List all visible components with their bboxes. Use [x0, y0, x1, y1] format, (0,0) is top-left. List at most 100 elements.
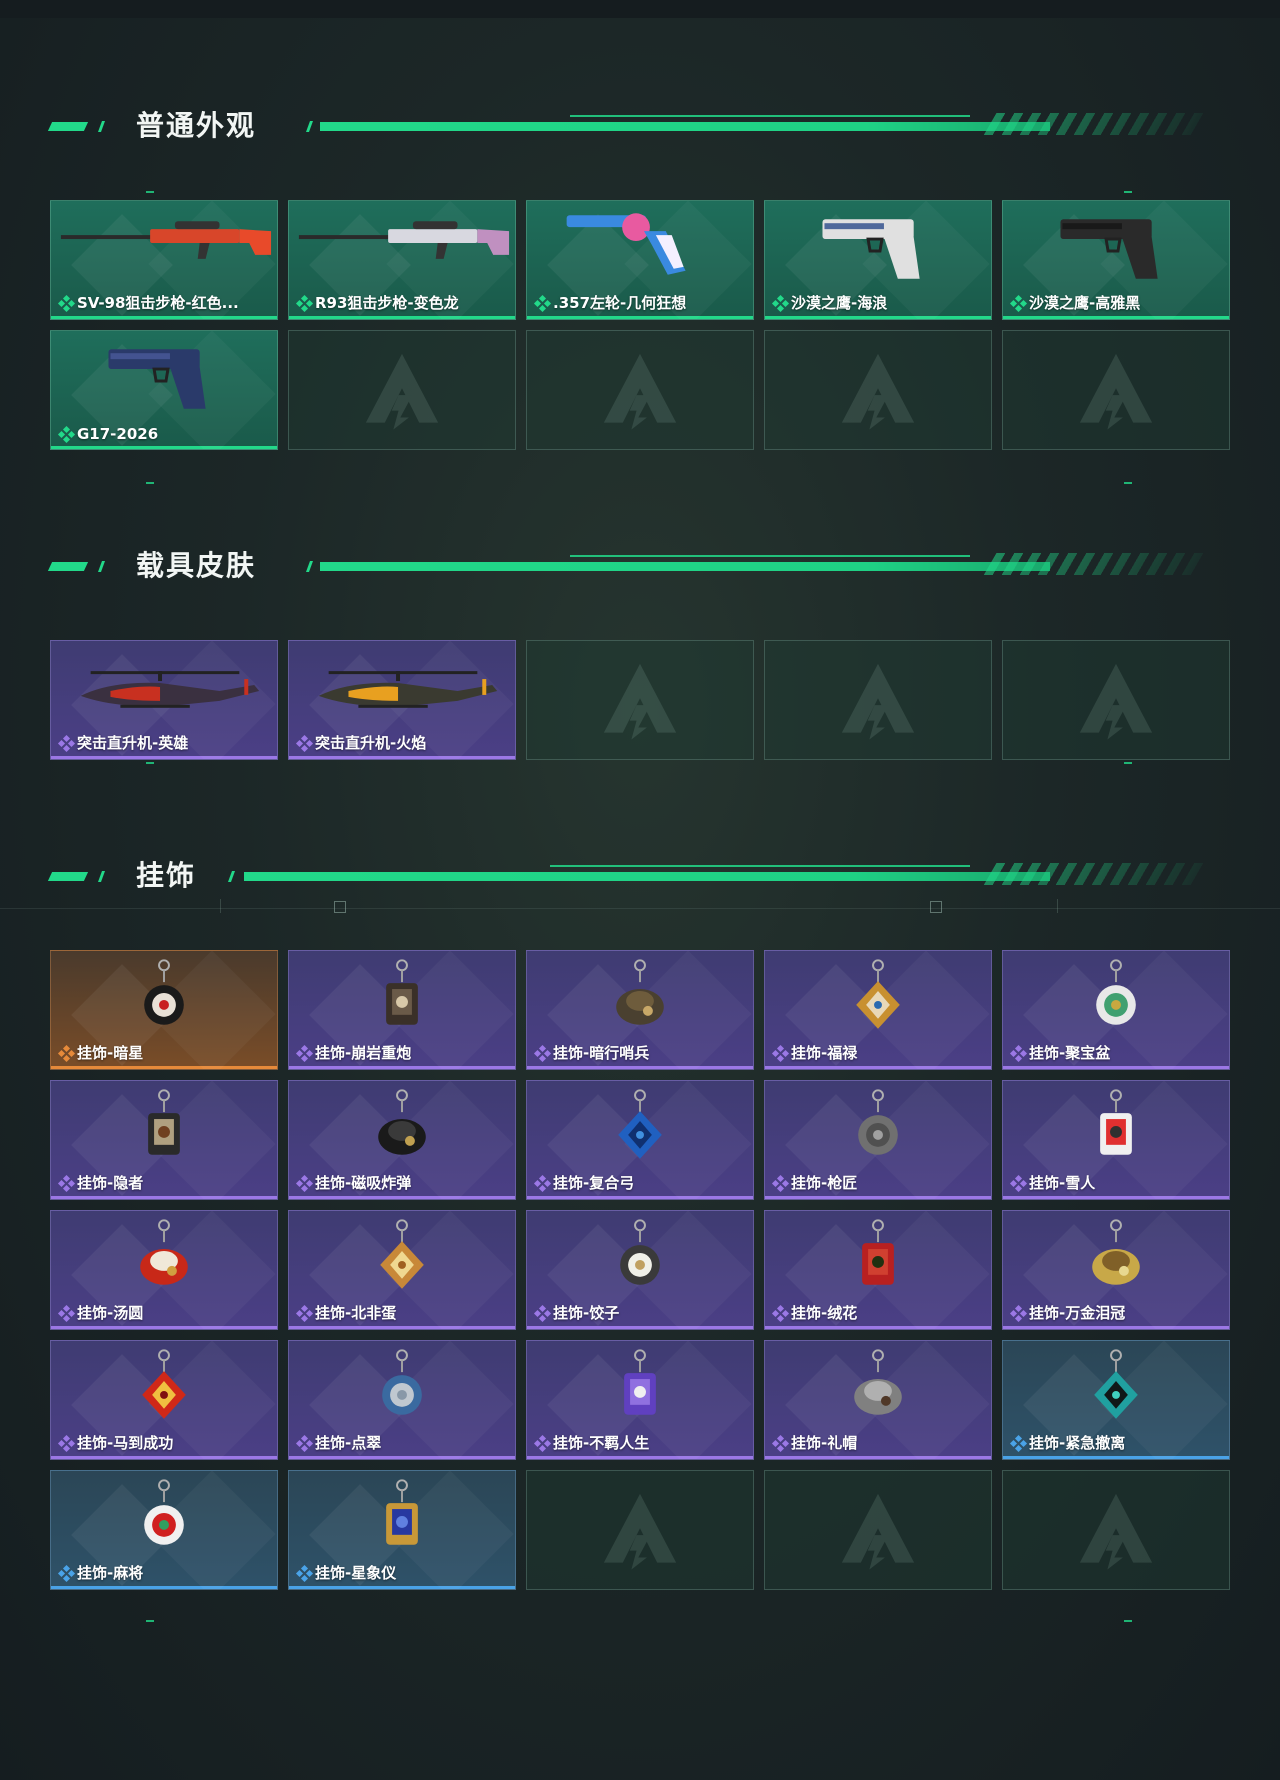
charm-card[interactable]: 挂饰-暗行哨兵	[526, 950, 754, 1070]
charm-icon	[616, 959, 664, 1025]
card-label: 突击直升机-英雄	[77, 734, 189, 752]
corner-dash	[1124, 482, 1132, 484]
header-line	[320, 562, 1050, 571]
vehicle-skin-card[interactable]: 突击直升机-英雄	[50, 640, 278, 760]
charm-card[interactable]: 挂饰-隐者	[50, 1080, 278, 1200]
charm-card[interactable]: 挂饰-暗星	[50, 950, 278, 1070]
charm-icon	[624, 1349, 656, 1415]
card-caption: 挂饰-磁吸炸弹	[295, 1172, 411, 1193]
rarity-diamond-icon	[771, 1434, 790, 1452]
card-label: G17-2026	[77, 425, 159, 443]
charm-card[interactable]: 挂饰-绒花	[764, 1210, 992, 1330]
empty-slot	[764, 330, 992, 450]
logo-watermark-icon	[1079, 1493, 1153, 1570]
empty-slot	[526, 1470, 754, 1590]
section-title: 载具皮肤	[136, 549, 257, 582]
header-line-tick	[305, 561, 314, 572]
rarity-diamond-icon	[57, 1044, 76, 1062]
empty-slot	[1002, 1470, 1230, 1590]
weapon-skin-card[interactable]: SV-98狙击步枪-红色...	[50, 200, 278, 320]
charm-card[interactable]: 挂饰-紧急撤离	[1002, 1340, 1230, 1460]
charm-card[interactable]: 挂饰-复合弓	[526, 1080, 754, 1200]
rarity-diamond-icon	[57, 734, 76, 752]
logo-watermark-icon	[841, 663, 915, 740]
card-caption: 挂饰-暗星	[57, 1042, 143, 1063]
card-label: 挂饰-礼帽	[791, 1434, 858, 1452]
card-label: 挂饰-北非蛋	[315, 1304, 397, 1322]
card-label: 挂饰-饺子	[553, 1304, 620, 1322]
section-title: 普通外观	[136, 109, 257, 142]
header-accent-bar	[47, 562, 89, 571]
charm-icon	[862, 1219, 894, 1285]
charm-card[interactable]: 挂饰-汤圆	[50, 1210, 278, 1330]
header-accent-bar	[47, 122, 89, 131]
charm-card[interactable]: 挂饰-不羁人生	[526, 1340, 754, 1460]
weapon-skin-card[interactable]: R93狙击步枪-变色龙	[288, 200, 516, 320]
charm-card[interactable]: 挂饰-聚宝盆	[1002, 950, 1230, 1070]
charm-icon	[1092, 1219, 1140, 1285]
charm-card[interactable]: 挂饰-福禄	[764, 950, 992, 1070]
corner-dash	[146, 482, 154, 484]
empty-slot	[764, 640, 992, 760]
weapon-skin-card[interactable]: G17-2026	[50, 330, 278, 450]
card-caption: SV-98狙击步枪-红色...	[57, 292, 239, 313]
rarity-diamond-icon	[57, 1174, 76, 1192]
charm-card[interactable]: 挂饰-礼帽	[764, 1340, 992, 1460]
card-caption: 沙漠之鹰-海浪	[771, 292, 887, 313]
card-label: R93狙击步枪-变色龙	[315, 294, 459, 312]
charm-card[interactable]: 挂饰-崩岩重炮	[288, 950, 516, 1070]
header-thin-line	[550, 865, 970, 867]
empty-slot	[288, 330, 516, 450]
rarity-diamond-icon	[295, 1174, 314, 1192]
header-accent-tick	[97, 561, 106, 572]
empty-slot	[1002, 330, 1230, 450]
charm-card[interactable]: 挂饰-饺子	[526, 1210, 754, 1330]
charm-icon	[148, 1089, 180, 1155]
empty-slot	[1002, 640, 1230, 760]
rarity-diamond-icon	[1009, 1174, 1028, 1192]
card-label: 挂饰-福禄	[791, 1044, 858, 1062]
charm-card[interactable]: 挂饰-北非蛋	[288, 1210, 516, 1330]
header-line	[320, 122, 1050, 131]
charm-icon	[1094, 1349, 1138, 1419]
charm-card[interactable]: 挂饰-星象仪	[288, 1470, 516, 1590]
card-caption: 挂饰-星象仪	[295, 1562, 396, 1583]
pistol-icon	[1060, 219, 1158, 279]
vehicle-skins-grid: 突击直升机-英雄 突击直升机-火焰	[50, 640, 1230, 760]
weapon-skin-card[interactable]: 沙漠之鹰-高雅黑	[1002, 200, 1230, 320]
corner-dash	[146, 1620, 154, 1622]
section-header-charms: 挂饰	[47, 858, 1207, 898]
card-label: SV-98狙击步枪-红色...	[77, 294, 239, 312]
charm-card[interactable]: 挂饰-麻将	[50, 1470, 278, 1590]
weapon-skin-card[interactable]: .357左轮-几何狂想	[526, 200, 754, 320]
card-label: 挂饰-暗行哨兵	[553, 1044, 650, 1062]
section-title: 挂饰	[136, 859, 197, 892]
charm-card[interactable]: 挂饰-磁吸炸弹	[288, 1080, 516, 1200]
logo-watermark-icon	[841, 353, 915, 430]
logo-watermark-icon	[603, 663, 677, 740]
header-checker-pattern	[983, 863, 1207, 885]
card-caption: 挂饰-礼帽	[771, 1432, 858, 1453]
charm-card[interactable]: 挂饰-点翠	[288, 1340, 516, 1460]
corner-dash	[1124, 762, 1132, 764]
rarity-diamond-icon	[57, 294, 76, 312]
charm-icon	[144, 1479, 184, 1545]
vehicle-skin-card[interactable]: 突击直升机-火焰	[288, 640, 516, 760]
charm-card[interactable]: 挂饰-万金泪冠	[1002, 1210, 1230, 1330]
rarity-diamond-icon	[533, 294, 552, 312]
card-caption: 挂饰-万金泪冠	[1009, 1302, 1125, 1323]
rarity-diamond-icon	[533, 1044, 552, 1062]
weapon-skin-card[interactable]: 沙漠之鹰-海浪	[764, 200, 992, 320]
card-caption: 挂饰-崩岩重炮	[295, 1042, 411, 1063]
header-line	[244, 872, 1050, 881]
charm-card[interactable]: 挂饰-马到成功	[50, 1340, 278, 1460]
empty-slot	[526, 330, 754, 450]
logo-watermark-icon	[365, 353, 439, 430]
rarity-diamond-icon	[295, 1044, 314, 1062]
charm-card[interactable]: 挂饰-枪匠	[764, 1080, 992, 1200]
charm-card[interactable]: 挂饰-雪人	[1002, 1080, 1230, 1200]
rarity-diamond-icon	[1009, 1044, 1028, 1062]
card-caption: 挂饰-麻将	[57, 1562, 143, 1583]
charm-icon	[620, 1219, 660, 1285]
pistol-icon	[108, 349, 206, 409]
